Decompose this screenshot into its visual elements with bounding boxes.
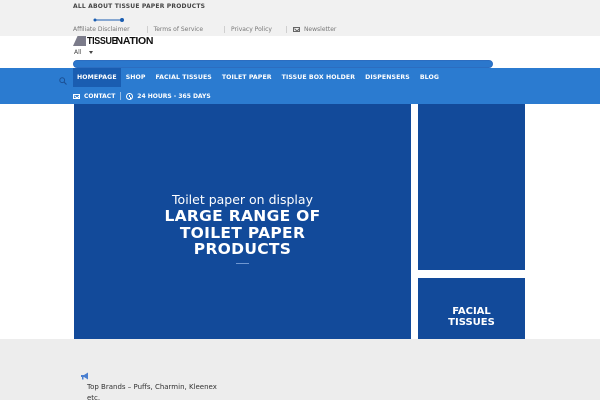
terms-of-service-link[interactable]: Terms of Service bbox=[154, 26, 203, 33]
privacy-policy-link[interactable]: Privacy Policy bbox=[231, 26, 272, 33]
terms-of-service-label: Terms of Service bbox=[153, 25, 204, 33]
privacy-policy-label: Privacy Policy bbox=[231, 25, 272, 33]
hero-title: LARGE RANGE OF TOILET PAPER PRODUCTS bbox=[74, 208, 411, 258]
hero-subtitle: Toilet paper on display bbox=[172, 192, 313, 207]
newsletter-link[interactable]: Newsletter bbox=[292, 25, 337, 33]
mail-icon bbox=[292, 26, 300, 32]
affiliate-disclaimer-link[interactable]: Affiliate Disclaimer bbox=[73, 26, 130, 33]
search-category-value: All bbox=[74, 48, 82, 56]
divider bbox=[120, 92, 122, 100]
site-logo[interactable]: TISSUE NATION bbox=[73, 35, 154, 47]
search-category-select[interactable]: All bbox=[74, 47, 94, 57]
divider bbox=[146, 25, 148, 33]
nav-menu: HOMEPAGE SHOP FACIAL TISSUES TOILET PAPE… bbox=[73, 68, 444, 87]
logo-mark-icon bbox=[73, 36, 86, 46]
nav-item-dispensers[interactable]: DISPENSERS bbox=[360, 68, 415, 87]
divider bbox=[224, 25, 226, 33]
hero-title-line: PRODUCTS bbox=[193, 240, 292, 258]
side-banner-label: FACIAL TISSUES bbox=[418, 306, 525, 328]
nav-item-toilet-paper[interactable]: TOILET PAPER bbox=[217, 68, 277, 87]
search-icon[interactable] bbox=[59, 77, 67, 85]
nav-item-facial-tissues[interactable]: FACIAL TISSUES bbox=[151, 68, 217, 87]
logo-text-tissue: TISSUE bbox=[87, 35, 118, 47]
chevron-down-icon bbox=[89, 50, 94, 54]
nav-contact-row: CONTACT 24 HOURS - 365 DAYS bbox=[73, 90, 211, 102]
clock-icon bbox=[126, 92, 134, 100]
nav-item-shop[interactable]: SHOP bbox=[121, 68, 151, 87]
hours-text: 24 HOURS - 365 DAYS bbox=[137, 92, 211, 100]
newsletter-label: Newsletter bbox=[303, 25, 337, 33]
logo-text-nation: NATION bbox=[115, 35, 154, 47]
side-banner-label-line: FACIAL bbox=[452, 306, 491, 317]
brands-text: Top Brands – Puffs, Charmin, Kleenex etc… bbox=[87, 383, 217, 402]
slider-dots-icon bbox=[93, 18, 124, 22]
footer-section: Top Brands – Puffs, Charmin, Kleenex etc… bbox=[0, 339, 600, 402]
nav-item-tissue-box-holder[interactable]: TISSUE BOX HOLDER bbox=[277, 68, 360, 87]
search-input[interactable] bbox=[73, 60, 493, 68]
hero-title-line: LARGE RANGE OF bbox=[164, 207, 321, 225]
site-tagline: ALL ABOUT TISSUE PAPER PRODUCTS bbox=[73, 3, 206, 10]
megaphone-icon bbox=[81, 372, 88, 380]
contact-link[interactable]: CONTACT bbox=[84, 93, 115, 100]
top-bar: ALL ABOUT TISSUE PAPER PRODUCTS Affiliat… bbox=[0, 0, 600, 36]
hero-title-line: TOILET PAPER bbox=[179, 223, 306, 242]
mail-icon bbox=[73, 93, 80, 99]
top-links: Affiliate Disclaimer Terms of Service Pr… bbox=[73, 24, 336, 34]
main-navigation: HOMEPAGE SHOP FACIAL TISSUES TOILET PAPE… bbox=[0, 68, 600, 104]
divider bbox=[285, 25, 287, 33]
side-banner-top[interactable] bbox=[418, 104, 525, 270]
affiliate-disclaimer-label: Affiliate Disclaimer bbox=[73, 25, 130, 33]
nav-item-blog[interactable]: BLOG bbox=[415, 68, 444, 87]
hero-divider bbox=[236, 263, 249, 264]
nav-item-homepage[interactable]: HOMEPAGE bbox=[73, 68, 121, 87]
hero-banner[interactable]: Toilet paper on display LARGE RANGE OF T… bbox=[74, 104, 411, 356]
side-banner-label-line: TISSUES bbox=[448, 317, 495, 328]
